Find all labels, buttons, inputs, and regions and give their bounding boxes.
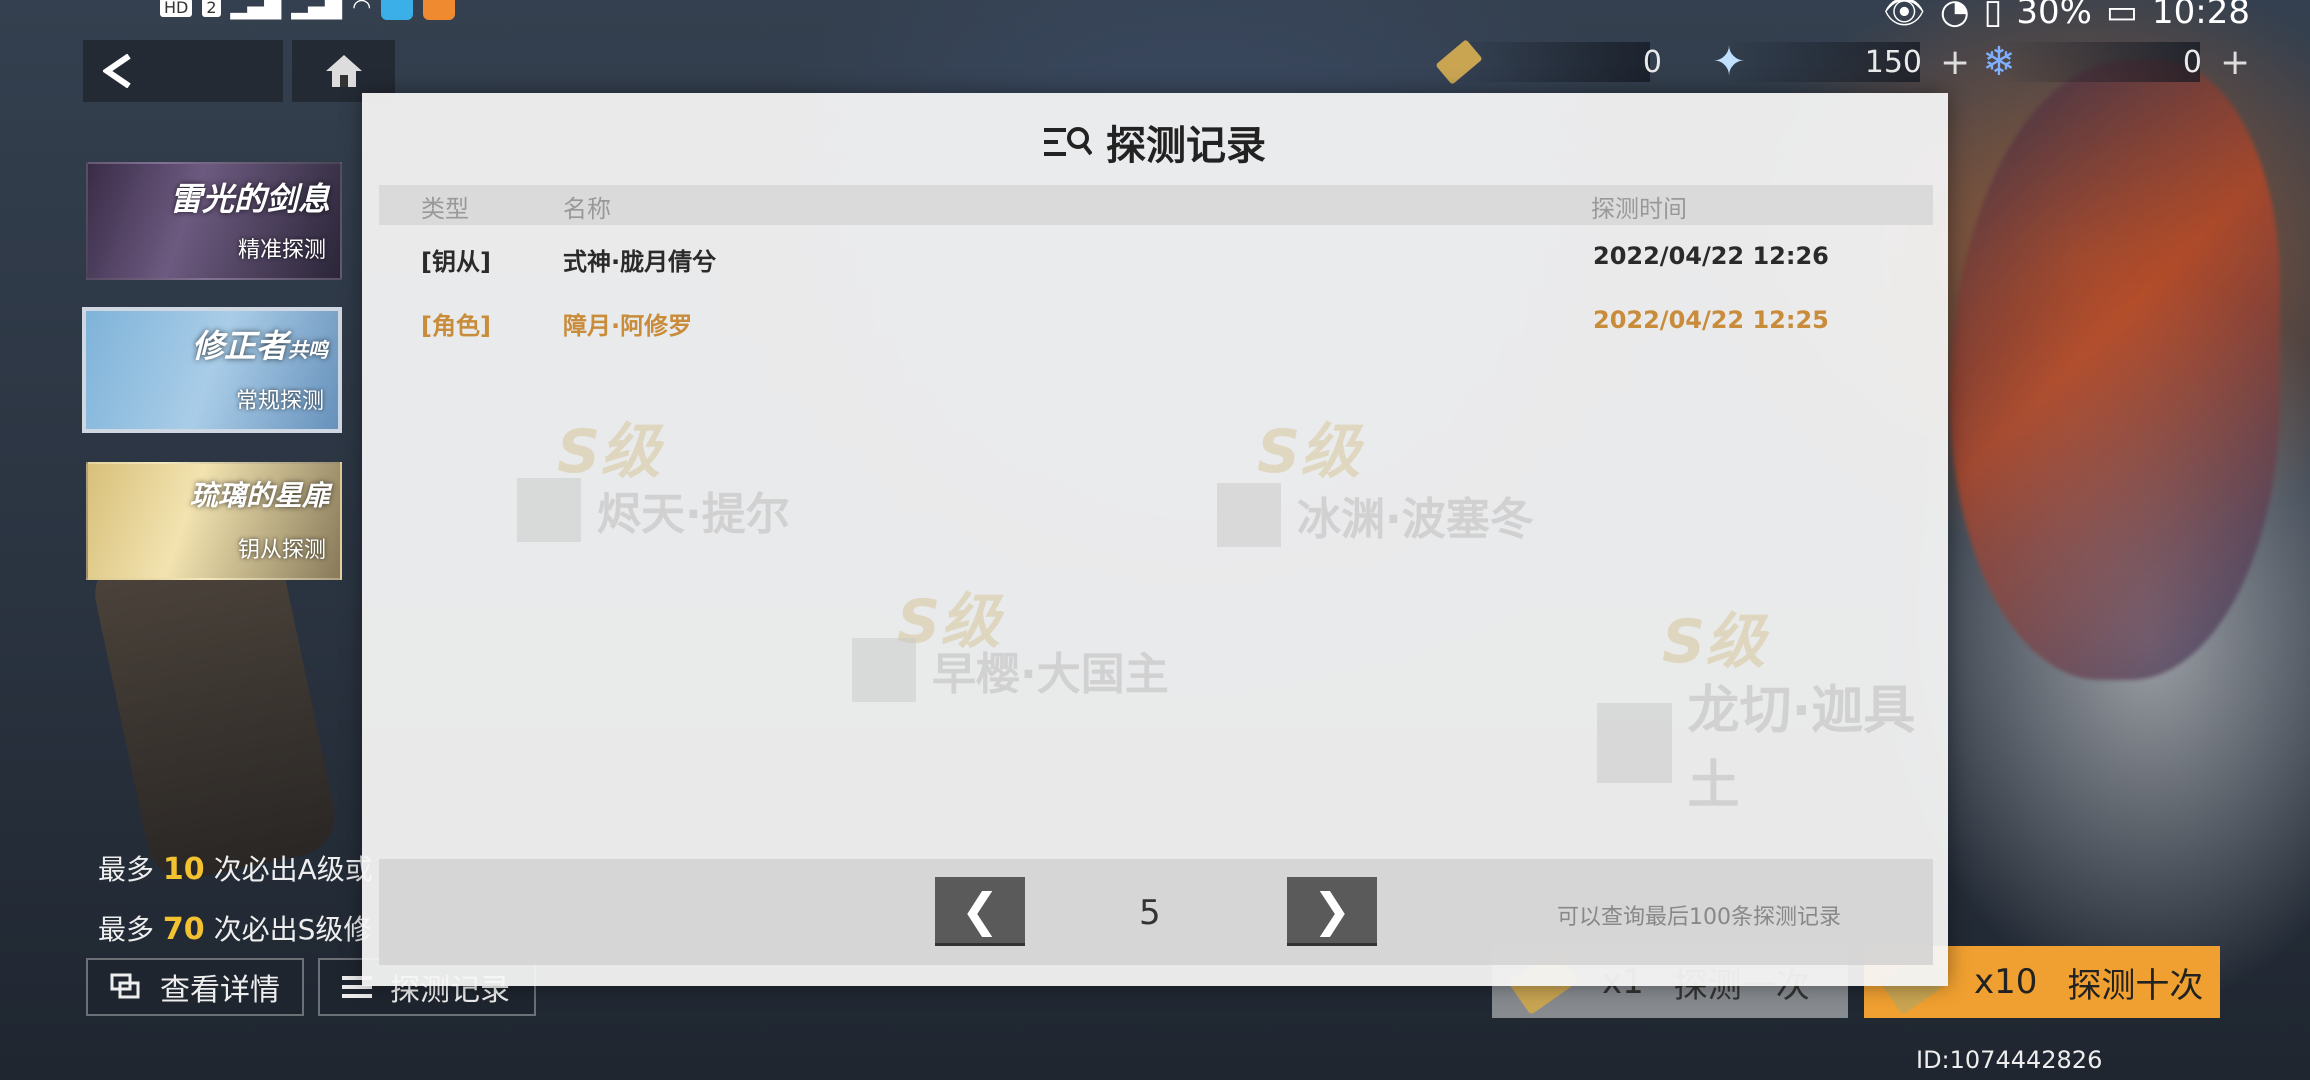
banner-title: 琉璃的星扉: [189, 479, 330, 512]
row-time: 2022/04/22 12:25: [1593, 306, 1829, 334]
currency-flake: ❄ 0 +: [1976, 38, 2250, 86]
guarantee-prefix: 最多: [98, 913, 155, 946]
signal-icon: ▂▄▆: [230, 0, 282, 20]
guarantee-suffix: 次必出S级修: [213, 913, 372, 946]
character-emblem-icon: [517, 478, 581, 542]
ticket-icon: [1435, 39, 1483, 85]
pull-count: x10: [1974, 962, 2038, 1002]
signal-icon-2: ▂▄▆: [291, 0, 343, 20]
battery-icon: ▭: [2105, 0, 2139, 32]
home-icon: [325, 55, 362, 87]
app-icon-music: [423, 0, 456, 20]
header-time: 探测时间: [1591, 195, 1687, 223]
table-header: 类型 名称 探测时间: [379, 185, 1933, 225]
app-icon-video: [381, 0, 414, 20]
add-flake-button[interactable]: +: [2220, 42, 2250, 83]
watermark-text: 龙切·迦具土: [1687, 681, 1916, 816]
level-mark: S级: [1662, 607, 1766, 677]
character-emblem-icon: [852, 638, 916, 702]
modal-title: 探测记录: [362, 113, 1948, 171]
header-name: 名称: [563, 195, 611, 223]
row-type: [角色]: [421, 312, 491, 340]
row-type: [钥从]: [421, 248, 491, 276]
crystal-star-icon: ✦: [1712, 39, 1746, 85]
sim-indicator: 2: [202, 0, 221, 17]
banner-thunder-sword[interactable]: 雷光的剑息 精准探测: [86, 162, 342, 280]
banner-title: 修正者共鸣: [192, 321, 328, 367]
currency-value: 0: [1642, 44, 1662, 80]
table-row: [角色] 障月·阿修罗 2022/04/22 12:25: [379, 292, 1933, 348]
banner-glass-stargate[interactable]: 琉璃的星扉 钥从探测: [86, 462, 342, 580]
records-modal: 探测记录 类型 名称 探测时间 [钥从] 式神·胧月倩兮 2022/04/22 …: [362, 93, 1948, 986]
records-limit-note: 可以查询最后100条探测记录: [1557, 905, 1841, 930]
wifi-icon: ◠: [352, 0, 372, 20]
banner-corrector-resonance[interactable]: 修正者共鸣 常规探测: [82, 307, 342, 433]
guarantee-s-rank: 最多 70 次必出S级修: [98, 908, 371, 948]
modal-title-text: 探测记录: [1106, 123, 1266, 169]
guarantee-suffix: 次必出A级或: [213, 853, 373, 886]
details-icon: [110, 973, 140, 999]
vibrate-icon: ▯: [1983, 0, 2003, 32]
status-bar: HD 2 ▂▄▆ ▂▄▆ ◠ 👁 ◔ ▯ 30% ▭ 10:28: [0, 0, 2310, 32]
watermark-text: 烬天·提尔: [597, 489, 790, 540]
pagination-bar: ❮ 5 ❯ 可以查询最后100条探测记录: [379, 859, 1933, 965]
view-details-button[interactable]: 查看详情: [86, 958, 304, 1016]
next-page-button[interactable]: ❯: [1287, 877, 1377, 943]
currency-value: 150: [1864, 44, 1922, 80]
table-row: [钥从] 式神·胧月倩兮 2022/04/22 12:26: [379, 228, 1933, 284]
view-details-label: 查看详情: [160, 973, 280, 1008]
watermark-text: 冰渊·波塞冬: [1297, 494, 1534, 545]
pull-label: 探测十次: [2067, 965, 2204, 1006]
level-mark: S级: [557, 417, 661, 487]
row-name: 式神·胧月倩兮: [563, 248, 717, 276]
clock: 10:28: [2152, 0, 2250, 32]
page-number: 5: [1139, 893, 1161, 933]
banner-title: 雷光的剑息: [169, 180, 330, 218]
guarantee-a-rank: 最多 10 次必出A级或: [98, 848, 373, 888]
guarantee-number: 10: [162, 852, 205, 887]
alarm-icon: ◔: [1939, 0, 1970, 32]
header-type: 类型: [421, 195, 469, 223]
eye-icon: 👁: [1882, 0, 1926, 32]
watermark-character: 冰渊·波塞冬: [1217, 483, 1534, 547]
watermark-character: 烬天·提尔: [517, 478, 790, 542]
back-button[interactable]: [83, 40, 283, 102]
guarantee-number: 70: [162, 912, 205, 947]
list-search-icon: [1044, 127, 1092, 156]
row-time: 2022/04/22 12:26: [1593, 242, 1829, 270]
character-emblem-icon: [1597, 703, 1672, 783]
hd-indicator: HD: [160, 0, 193, 17]
character-emblem-icon: [1217, 483, 1281, 547]
watermark-character: 早樱·大国主: [852, 638, 1169, 702]
banner-subtitle: 钥从探测: [237, 538, 326, 563]
battery-percent: 30%: [2016, 0, 2092, 32]
player-id: ID:1074442826: [1916, 1046, 2103, 1074]
watermark-text: 早樱·大国主: [932, 649, 1169, 700]
prev-page-button[interactable]: ❮: [935, 877, 1025, 943]
banner-subtitle: 精准探测: [237, 238, 326, 263]
currency-ticket: 0: [1435, 38, 1662, 86]
banner-title-suffix: 共鸣: [288, 338, 328, 362]
watermark-character: 龙切·迦具土: [1597, 668, 1948, 818]
level-mark: S级: [1257, 417, 1361, 487]
back-arrow-icon: [103, 54, 131, 88]
banner-subtitle: 常规探测: [235, 389, 324, 414]
blue-flake-icon: ❄: [1982, 39, 2016, 85]
currency-crystal: ✦ 150 +: [1706, 38, 1970, 86]
banner-title-main: 修正者: [191, 327, 288, 365]
row-name: 障月·阿修罗: [563, 312, 693, 340]
guarantee-prefix: 最多: [98, 853, 155, 886]
currency-value: 0: [2182, 44, 2202, 80]
add-crystal-button[interactable]: +: [1940, 42, 1970, 83]
